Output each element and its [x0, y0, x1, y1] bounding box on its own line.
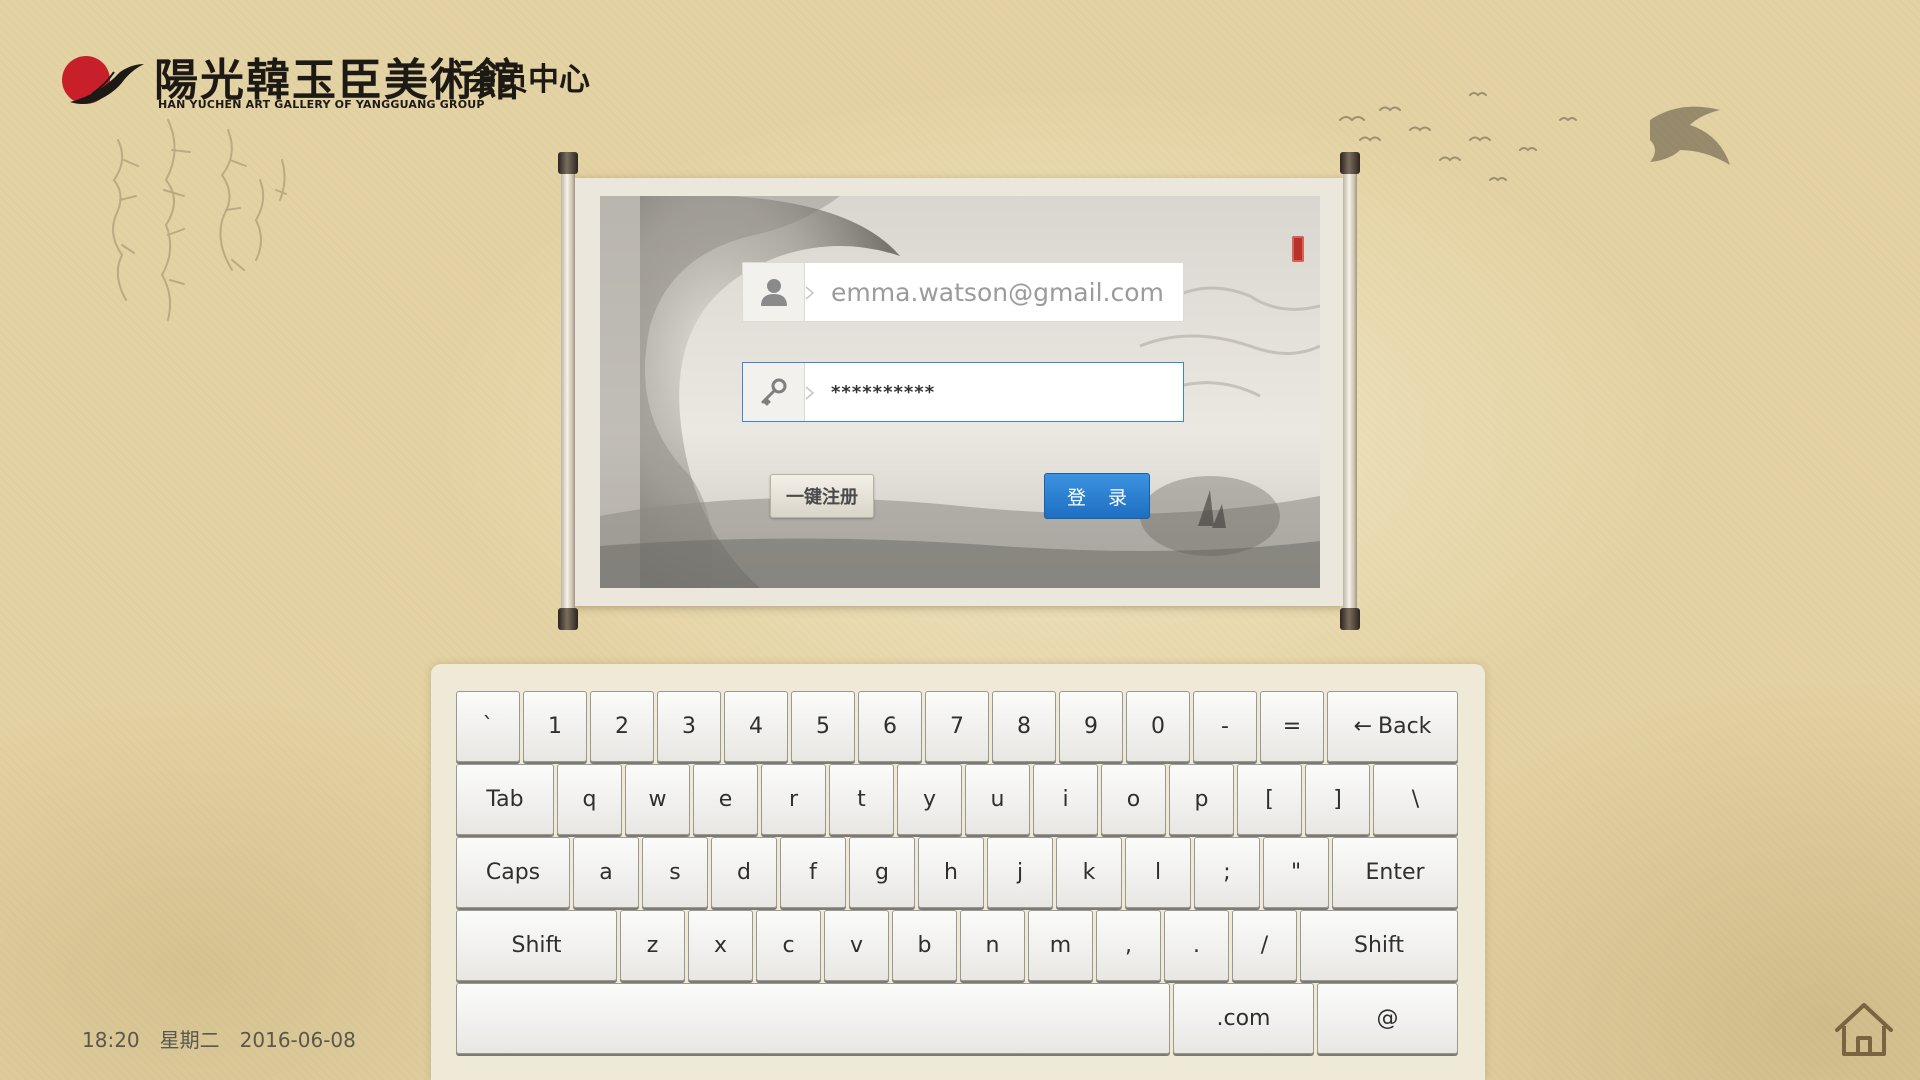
- key-7[interactable]: 7: [925, 691, 989, 762]
- key-semicolon[interactable]: ;: [1194, 837, 1260, 908]
- key-r[interactable]: r: [761, 764, 826, 835]
- key-f[interactable]: f: [780, 837, 846, 908]
- key-n[interactable]: n: [960, 910, 1025, 981]
- logo-mark-icon: [62, 56, 144, 104]
- scroll-rod-left: [558, 152, 578, 630]
- key-z[interactable]: z: [620, 910, 685, 981]
- on-screen-keyboard: ` 1 2 3 4 5 6 7 8 9 0 - = ← Back Tab q w…: [431, 664, 1485, 1080]
- key-i[interactable]: i: [1033, 764, 1098, 835]
- key-y[interactable]: y: [897, 764, 962, 835]
- key-v[interactable]: v: [824, 910, 889, 981]
- key-backspace-label: Back: [1378, 714, 1432, 739]
- key-equals[interactable]: =: [1260, 691, 1324, 762]
- back-arrow-icon: ←: [1353, 714, 1372, 739]
- key-j[interactable]: j: [987, 837, 1053, 908]
- key-slash[interactable]: /: [1232, 910, 1297, 981]
- scroll-rod-right: [1340, 152, 1360, 630]
- key-c[interactable]: c: [756, 910, 821, 981]
- chevron-right-icon: [805, 286, 815, 300]
- key-icon-box: [743, 363, 805, 421]
- key-6[interactable]: 6: [858, 691, 922, 762]
- key-w[interactable]: w: [625, 764, 690, 835]
- key-backspace[interactable]: ← Back: [1327, 691, 1458, 762]
- key-dotcom[interactable]: .com: [1173, 983, 1314, 1054]
- key-3[interactable]: 3: [657, 691, 721, 762]
- chevron-right-icon: [805, 386, 815, 400]
- page-title: 会员中心: [466, 62, 590, 98]
- datetime-display: 18:20 星期二 2016-06-08: [82, 1024, 376, 1053]
- email-input[interactable]: emma.watson@gmail.com: [831, 263, 1164, 321]
- key-g[interactable]: g: [849, 837, 915, 908]
- key-b[interactable]: b: [892, 910, 957, 981]
- key-t[interactable]: t: [829, 764, 894, 835]
- gallery-logo: 陽光韓玉臣美術館 HAN YUCHEN ART GALLERY OF YANGG…: [62, 44, 622, 124]
- one-click-register-button[interactable]: 一键注册: [770, 474, 874, 518]
- key-8[interactable]: 8: [992, 691, 1056, 762]
- key-d[interactable]: d: [711, 837, 777, 908]
- logo-english-text: HAN YUCHEN ART GALLERY OF YANGGUANG GROU…: [158, 98, 485, 111]
- key-h[interactable]: h: [918, 837, 984, 908]
- weekday-text: 星期二: [159, 1028, 220, 1052]
- password-input[interactable]: **********: [831, 363, 935, 421]
- key-x[interactable]: x: [688, 910, 753, 981]
- password-field[interactable]: **********: [742, 362, 1184, 422]
- key-at[interactable]: @: [1317, 983, 1458, 1054]
- key-enter[interactable]: Enter: [1332, 837, 1458, 908]
- key-shift-left[interactable]: Shift: [456, 910, 617, 981]
- date-text: 2016-06-08: [239, 1028, 356, 1052]
- key-backslash[interactable]: \: [1373, 764, 1458, 835]
- key-k[interactable]: k: [1056, 837, 1122, 908]
- key-minus[interactable]: -: [1193, 691, 1257, 762]
- key-4[interactable]: 4: [724, 691, 788, 762]
- keyboard-row-shift: Shift z x c v b n m , . / Shift: [456, 910, 1460, 983]
- keyboard-row-home: Caps a s d f g h j k l ; " Enter: [456, 837, 1460, 910]
- key-period[interactable]: .: [1164, 910, 1229, 981]
- key-tab[interactable]: Tab: [456, 764, 554, 835]
- key-q[interactable]: q: [557, 764, 622, 835]
- key-2[interactable]: 2: [590, 691, 654, 762]
- key-a[interactable]: a: [573, 837, 639, 908]
- user-icon: [760, 279, 787, 306]
- key-5[interactable]: 5: [791, 691, 855, 762]
- key-caps[interactable]: Caps: [456, 837, 570, 908]
- key-backtick[interactable]: `: [456, 691, 520, 762]
- home-icon[interactable]: [1833, 1000, 1895, 1058]
- key-l[interactable]: l: [1125, 837, 1191, 908]
- key-right-bracket[interactable]: ]: [1305, 764, 1370, 835]
- login-button[interactable]: 登 录: [1044, 473, 1150, 519]
- key-m[interactable]: m: [1028, 910, 1093, 981]
- key-comma[interactable]: ,: [1096, 910, 1161, 981]
- key-s[interactable]: s: [642, 837, 708, 908]
- keyboard-row-qwerty: Tab q w e r t y u i o p [ ] \: [456, 764, 1460, 837]
- key-o[interactable]: o: [1101, 764, 1166, 835]
- key-1[interactable]: 1: [523, 691, 587, 762]
- key-left-bracket[interactable]: [: [1237, 764, 1302, 835]
- key-0[interactable]: 0: [1126, 691, 1190, 762]
- keyboard-row-bottom: .com @: [456, 983, 1460, 1056]
- key-space[interactable]: [456, 983, 1170, 1054]
- key-icon: [761, 378, 786, 406]
- key-u[interactable]: u: [965, 764, 1030, 835]
- key-p[interactable]: p: [1169, 764, 1234, 835]
- user-icon-box: [743, 263, 805, 321]
- key-shift-right[interactable]: Shift: [1300, 910, 1458, 981]
- red-seal-stamp: [1292, 236, 1304, 262]
- key-9[interactable]: 9: [1059, 691, 1123, 762]
- key-quote[interactable]: ": [1263, 837, 1329, 908]
- keyboard-row-numbers: ` 1 2 3 4 5 6 7 8 9 0 - = ← Back: [456, 691, 1460, 764]
- time-text: 18:20: [82, 1028, 140, 1052]
- key-e[interactable]: e: [693, 764, 758, 835]
- email-field[interactable]: emma.watson@gmail.com: [742, 262, 1184, 322]
- birds-decoration: [1339, 92, 1730, 182]
